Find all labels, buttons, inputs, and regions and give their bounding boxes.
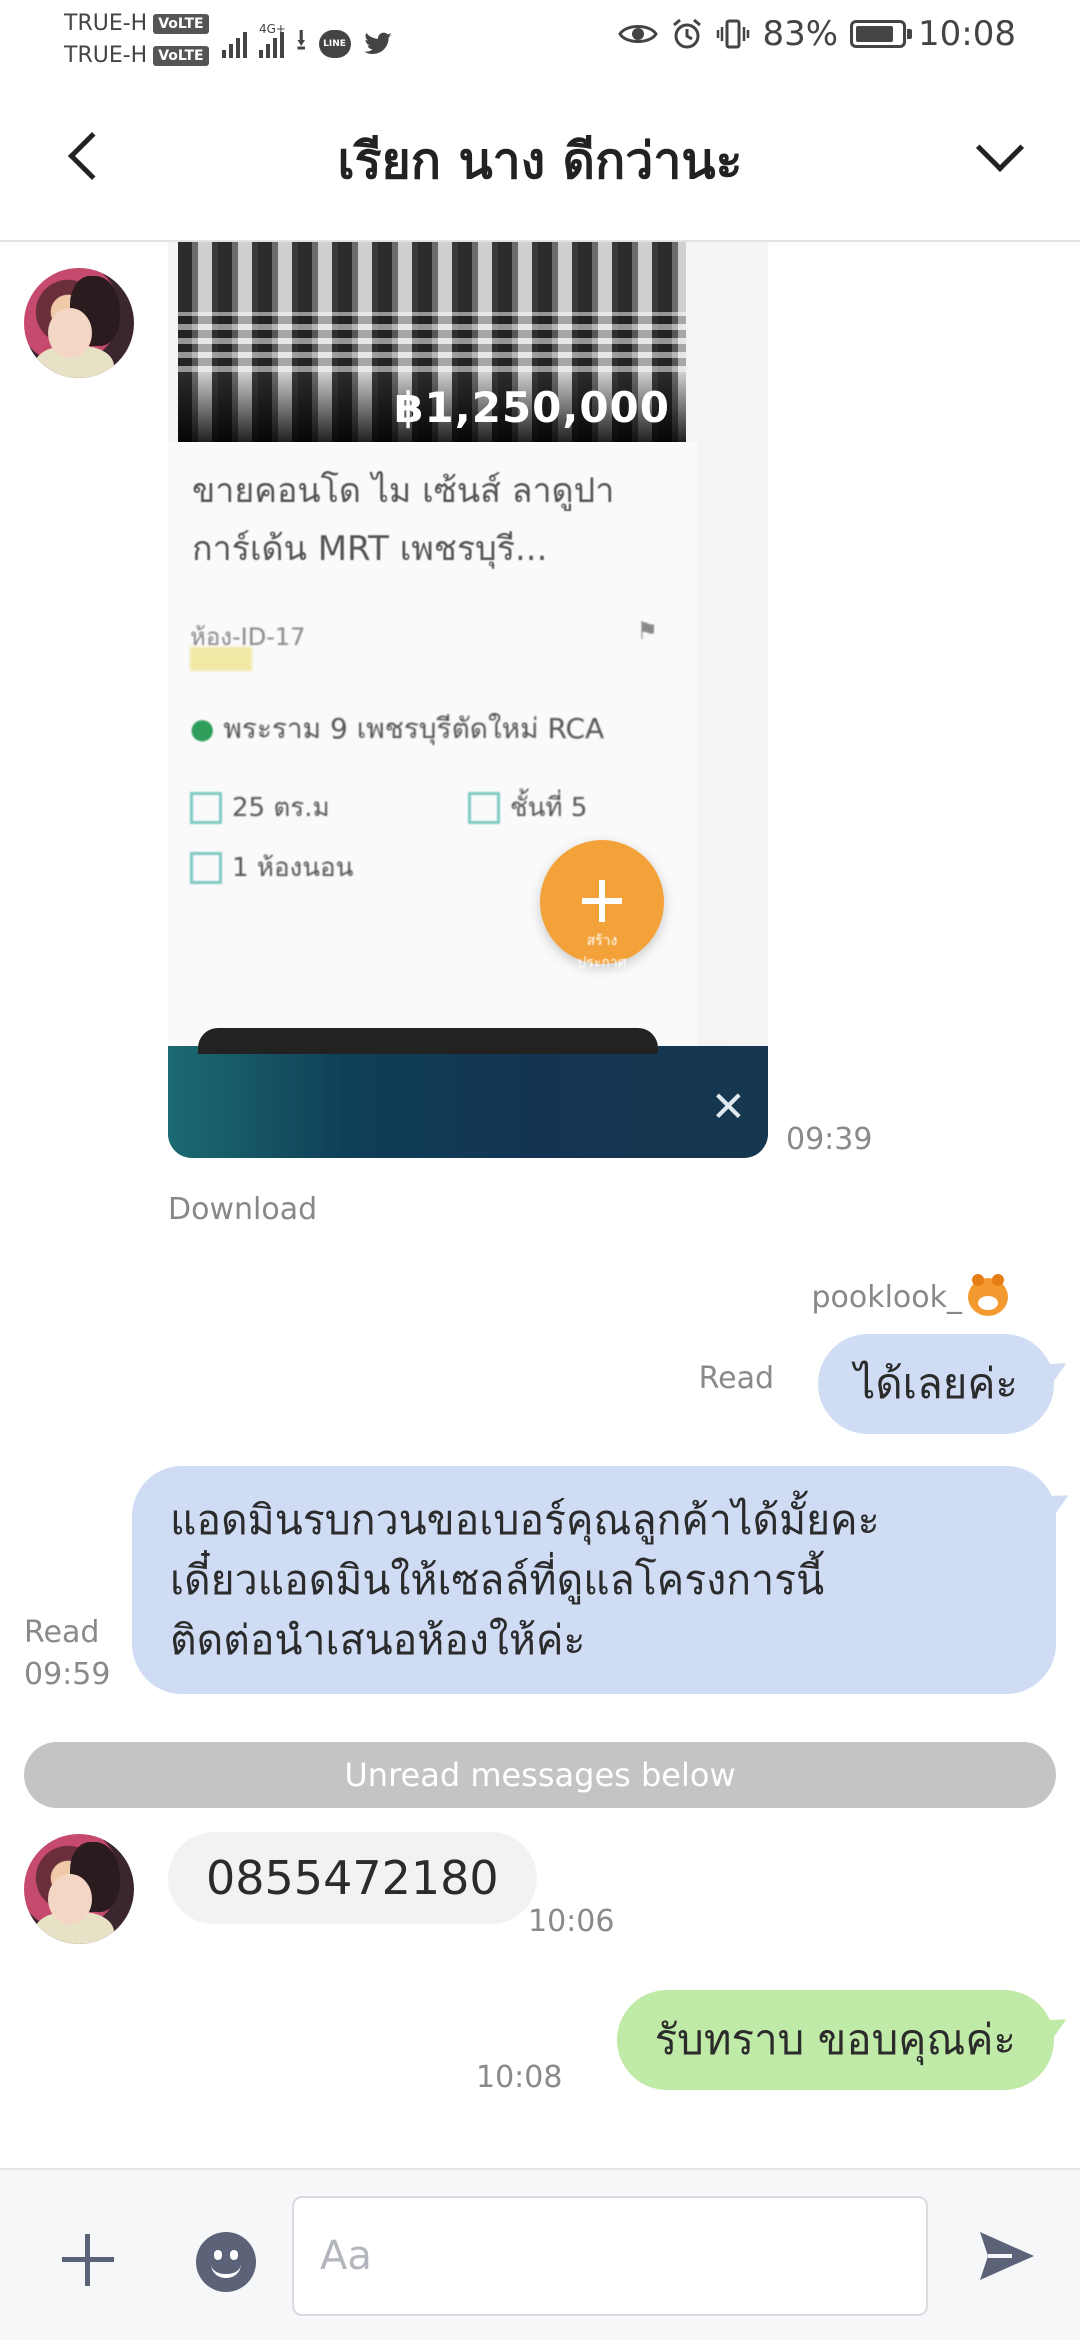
battery-level bbox=[856, 26, 893, 42]
send-button[interactable] bbox=[968, 2218, 1044, 2294]
emoji-button[interactable] bbox=[196, 2232, 256, 2292]
listing-location-text: พระราม 9 เพชรบุรีตัดใหม่ RCA bbox=[223, 712, 605, 745]
carrier-info: TRUE-H VoLTE TRUE-H VoLTE bbox=[64, 8, 209, 72]
bed-icon bbox=[190, 851, 222, 884]
message-time: 09:39 bbox=[786, 1122, 873, 1157]
message-time: 10:06 bbox=[528, 1904, 615, 1939]
outgoing-message[interactable]: รับทราบ ขอบคุณค่ะ bbox=[616, 1990, 1054, 2090]
message-input[interactable] bbox=[292, 2196, 928, 2316]
chevron-down-icon bbox=[975, 123, 1025, 173]
network-type-label: 4G+ bbox=[259, 22, 286, 36]
volte-badge: VoLTE bbox=[153, 46, 209, 66]
attach-button[interactable] bbox=[52, 2224, 124, 2296]
listing-tag bbox=[190, 647, 252, 671]
chat-title: เรียก นาง ดีกว่านะ bbox=[337, 132, 743, 190]
battery-percent: 83% bbox=[762, 14, 839, 54]
feature-text: 1 ห้องนอน bbox=[232, 853, 354, 883]
sender-name: pooklook_ bbox=[811, 1274, 1008, 1316]
listing-photo: ฿1,250,000 bbox=[178, 242, 686, 442]
status-bar: TRUE-H VoLTE TRUE-H VoLTE 4G+ ⭳ LINE 83%… bbox=[0, 0, 1080, 78]
back-button[interactable] bbox=[50, 118, 120, 194]
outgoing-message[interactable]: ได้เลยค่ะ bbox=[818, 1334, 1054, 1434]
tiger-emoji-icon bbox=[968, 1274, 1008, 1316]
carrier-1: TRUE-H VoLTE bbox=[64, 8, 209, 40]
close-icon: ✕ bbox=[710, 1082, 746, 1131]
message-input-bar bbox=[0, 2168, 1080, 2340]
read-receipt: Read bbox=[24, 1615, 100, 1650]
flag-icon: ⚑ bbox=[636, 617, 658, 645]
status-icons-right: 83% 10:08 bbox=[618, 14, 1016, 54]
carrier-2-name: TRUE-H bbox=[64, 43, 148, 68]
listing-location: ● พระราม 9 เพชรบุรีตัดใหม่ RCA bbox=[190, 707, 604, 751]
ad-banner: ✕ bbox=[168, 1028, 768, 1158]
location-pin-icon: ● bbox=[190, 712, 215, 745]
clock: 10:08 bbox=[918, 14, 1016, 54]
alarm-icon bbox=[673, 18, 702, 49]
floor-icon bbox=[468, 791, 500, 824]
incoming-message[interactable]: 0855472180 bbox=[168, 1832, 537, 1924]
listing-title: ขายคอนโด ไม เซ้นส์ ลาดูปา การ์เด้น MRT เ… bbox=[192, 471, 615, 569]
download-link[interactable]: Download bbox=[168, 1192, 317, 1227]
carrier-1-name: TRUE-H bbox=[64, 11, 148, 36]
read-receipt: Read bbox=[698, 1361, 774, 1396]
carrier-2: TRUE-H VoLTE bbox=[64, 40, 209, 72]
feature-text: ชั้นที่ 5 bbox=[510, 793, 588, 823]
vibrate-icon bbox=[717, 19, 750, 49]
chat-header: เรียก นาง ดีกว่านะ bbox=[0, 78, 1080, 242]
signal-icon bbox=[222, 26, 247, 58]
battery-icon bbox=[850, 20, 913, 48]
send-icon bbox=[980, 2232, 1034, 2280]
unread-divider: Unread messages below bbox=[24, 1742, 1056, 1808]
image-message[interactable]: ฿1,250,000 ขายคอนโด ไม เซ้นส์ ลาดูปา การ… bbox=[168, 242, 768, 1158]
message-time: 09:59 bbox=[24, 1657, 111, 1692]
listing-feature-floor: ชั้นที่ 5 bbox=[468, 787, 587, 828]
contact-avatar[interactable] bbox=[24, 1834, 134, 1944]
listing-feature-bedroom: 1 ห้องนอน bbox=[190, 847, 353, 888]
add-listing-fab: สร้าง ประกาศ bbox=[540, 840, 664, 971]
volte-badge: VoLTE bbox=[153, 14, 209, 34]
sender-name-text: pooklook_ bbox=[811, 1279, 962, 1315]
chevron-left-icon bbox=[67, 131, 117, 181]
eye-icon bbox=[618, 25, 659, 43]
fab-label: สร้าง ประกาศ bbox=[577, 933, 627, 971]
listing-feature-area: 25 ตร.ม bbox=[190, 787, 330, 828]
listing-price: ฿1,250,000 bbox=[394, 383, 670, 432]
area-icon bbox=[190, 791, 222, 824]
signal-4g-icon: 4G+ bbox=[259, 22, 286, 58]
status-icons-left: 4G+ ⭳ LINE bbox=[222, 18, 393, 58]
download-icon: ⭳ bbox=[296, 23, 307, 58]
message-time: 10:08 bbox=[476, 2060, 563, 2095]
read-receipt-with-time: Read 09:59 bbox=[24, 1612, 111, 1696]
chat-menu-button[interactable] bbox=[960, 118, 1040, 194]
contact-avatar[interactable] bbox=[24, 268, 134, 378]
twitter-icon bbox=[363, 32, 392, 55]
outgoing-message[interactable]: แอดมินรบกวนขอเบอร์คุณลูกค้าได้มั้ยคะ เดี… bbox=[132, 1466, 1056, 1694]
feature-text: 25 ตร.ม bbox=[232, 793, 330, 823]
line-app-icon: LINE bbox=[318, 30, 351, 58]
